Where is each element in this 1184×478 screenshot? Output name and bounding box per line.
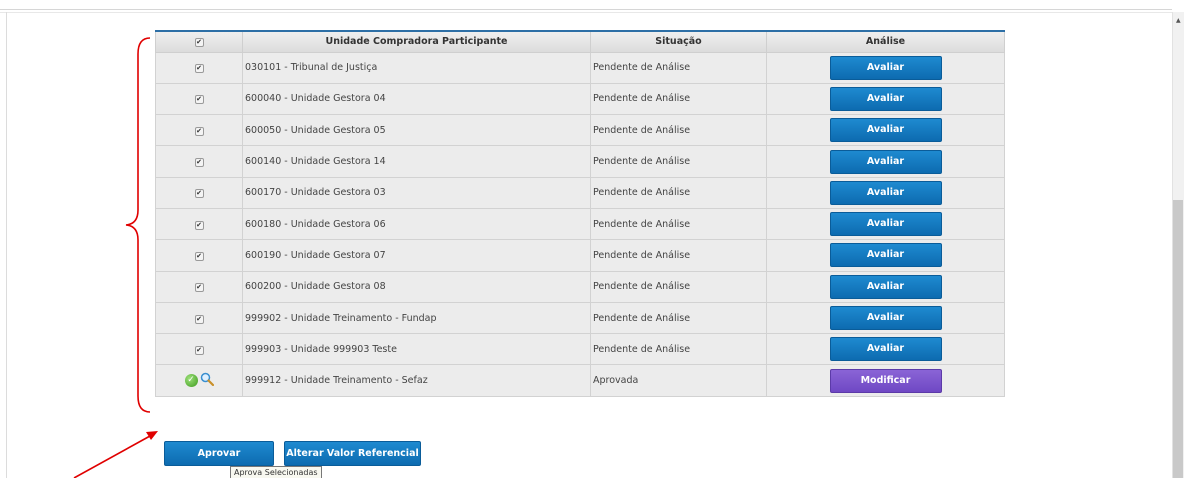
row-checkbox[interactable]: ✔ [194, 126, 204, 136]
avaliar-button[interactable]: Avaliar [829, 243, 942, 268]
approve-tooltip: Aprova Selecionadas [230, 466, 322, 478]
status-cell: Pendente de Análise [590, 114, 767, 147]
unit-cell: 600140 - Unidade Gestora 14 [242, 145, 591, 178]
avaliar-button[interactable]: Avaliar [829, 306, 942, 331]
table-row: ✔ 600200 - Unidade Gestora 08 Pendente d… [155, 270, 1005, 303]
avaliar-button[interactable]: Avaliar [829, 337, 942, 362]
status-cell: Pendente de Análise [590, 207, 767, 241]
status-cell: Pendente de Análise [590, 82, 767, 116]
row-checkbox[interactable]: ✔ [194, 251, 204, 261]
row-checkbox[interactable]: ✔ [194, 283, 204, 293]
action-cell: Avaliar [766, 207, 1005, 241]
magnifier-icon[interactable] [200, 372, 214, 389]
red-arrow-annotation [73, 431, 158, 478]
row-checkbox[interactable]: ✔ [194, 189, 204, 199]
unit-cell: 600200 - Unidade Gestora 08 [242, 270, 591, 303]
unit-cell: 600190 - Unidade Gestora 07 [242, 239, 591, 272]
scroll-up-icon[interactable]: ▲ [1176, 18, 1181, 24]
action-cell: Avaliar [766, 270, 1005, 303]
action-cell: Avaliar [766, 82, 1005, 116]
row-checkbox[interactable]: ✔ [194, 345, 204, 355]
unit-cell: 030101 - Tribunal de Justiça [242, 51, 591, 84]
row-checkbox[interactable]: ✔ [194, 220, 204, 230]
status-cell: Aprovada [590, 364, 767, 397]
table-row: ✔ 600050 - Unidade Gestora 05 Pendente d… [155, 114, 1005, 147]
modificar-button[interactable]: Modificar [829, 368, 942, 393]
row-checkbox[interactable]: ✔ [194, 314, 204, 324]
avaliar-button[interactable]: Avaliar [829, 118, 942, 143]
table-row: ✔ 600040 - Unidade Gestora 04 Pendente d… [155, 82, 1005, 116]
unit-cell: 600050 - Unidade Gestora 05 [242, 114, 591, 147]
unit-cell: 999902 - Unidade Treinamento - Fundap [242, 301, 591, 335]
avaliar-button[interactable]: Avaliar [829, 274, 942, 299]
status-cell: Pendente de Análise [590, 270, 767, 303]
status-cell: Pendente de Análise [590, 176, 767, 209]
unit-cell: 600040 - Unidade Gestora 04 [242, 82, 591, 116]
action-cell: Avaliar [766, 176, 1005, 209]
status-cell: Pendente de Análise [590, 239, 767, 272]
action-cell: Avaliar [766, 333, 1005, 366]
avaliar-button[interactable]: Avaliar [829, 212, 942, 237]
table-row: ✔ 600140 - Unidade Gestora 14 Pendente d… [155, 145, 1005, 178]
status-cell: Pendente de Análise [590, 145, 767, 178]
avaliar-button[interactable]: Avaliar [829, 55, 942, 80]
row-checkbox[interactable]: ✔ [194, 158, 204, 168]
table-row: ✔ 600190 - Unidade Gestora 07 Pendente d… [155, 239, 1005, 272]
table-row: ✔ 999902 - Unidade Treinamento - Fundap … [155, 301, 1005, 335]
alter-reference-value-button[interactable]: Alterar Valor Referencial [284, 441, 421, 466]
action-cell: Avaliar [766, 51, 1005, 84]
avaliar-button[interactable]: Avaliar [829, 180, 942, 205]
action-cell: Modificar [766, 364, 1005, 397]
table-row: ✔ 600180 - Unidade Gestora 06 Pendente d… [155, 207, 1005, 241]
status-cell: Pendente de Análise [590, 51, 767, 84]
table-row: ✔ 999903 - Unidade 999903 Teste Pendente… [155, 333, 1005, 366]
participants-table: ✔ Unidade Compradora Participante Situaç… [155, 30, 1005, 397]
row-checkbox[interactable]: ✔ [194, 64, 204, 74]
status-cell: Pendente de Análise [590, 333, 767, 366]
select-all-checkbox[interactable]: ✔ [194, 38, 204, 48]
status-column-header: Situação [590, 30, 767, 53]
status-cell: Pendente de Análise [590, 301, 767, 335]
unit-cell: 600180 - Unidade Gestora 06 [242, 207, 591, 241]
scrollbar-thumb[interactable] [1173, 200, 1183, 478]
unit-cell: 999903 - Unidade 999903 Teste [242, 333, 591, 366]
action-cell: Avaliar [766, 114, 1005, 147]
avaliar-button[interactable]: Avaliar [829, 86, 942, 111]
table-row: ✔ 030101 - Tribunal de Justiça Pendente … [155, 51, 1005, 84]
check-circle-icon: ✓ [184, 374, 198, 388]
approve-button[interactable]: Aprovar [164, 441, 274, 466]
action-cell: Avaliar [766, 301, 1005, 335]
unit-cell: 600170 - Unidade Gestora 03 [242, 176, 591, 209]
action-cell: Avaliar [766, 145, 1005, 178]
unit-column-header: Unidade Compradora Participante [242, 30, 591, 53]
table-header-row: ✔ Unidade Compradora Participante Situaç… [155, 30, 1005, 53]
row-checkbox[interactable]: ✔ [194, 95, 204, 105]
table-row: ✓ 999912 - Unidade Treinamento - Sefaz A… [155, 364, 1005, 397]
unit-cell: 999912 - Unidade Treinamento - Sefaz [242, 364, 591, 397]
table-row: ✔ 600170 - Unidade Gestora 03 Pendente d… [155, 176, 1005, 209]
analysis-column-header: Análise [766, 30, 1005, 53]
avaliar-button[interactable]: Avaliar [829, 149, 942, 174]
action-cell: Avaliar [766, 239, 1005, 272]
